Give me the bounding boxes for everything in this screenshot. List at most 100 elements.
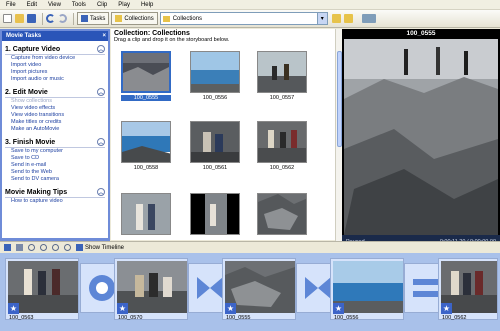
- tasks-pane-body: 1. Capture Video ︿ Capture from video de…: [2, 41, 108, 238]
- tasks-pane-title-text: Movie Tasks: [6, 33, 42, 39]
- collection-grid: 100_0555 100_0556 100_0557 100_0558 100_…: [111, 47, 335, 240]
- task-link[interactable]: Capture from video device: [5, 55, 105, 62]
- menu-bar: File Edit View Tools Clip Play Help: [0, 0, 500, 10]
- task-link[interactable]: Import pictures: [5, 69, 105, 76]
- movie-tasks-pane: Movie Tasks × 1. Capture Video ︿ Capture…: [0, 29, 110, 241]
- clip-thumbnail-image: [191, 52, 239, 92]
- transition-circle-icon: [89, 275, 115, 301]
- collection-clip[interactable]: 100_0562: [257, 121, 307, 171]
- task-link[interactable]: Import video: [5, 62, 105, 69]
- rewind-storyboard-icon[interactable]: [52, 244, 59, 251]
- task-link[interactable]: Show collections: [5, 98, 105, 105]
- task-section-number: 1.: [5, 45, 11, 53]
- collections-button[interactable]: Collections: [111, 12, 158, 25]
- clip-thumbnail-image: [191, 122, 239, 162]
- audio-levels-icon[interactable]: [16, 244, 23, 251]
- monitor-screen: [344, 39, 498, 235]
- redo-icon[interactable]: [58, 14, 67, 23]
- collection-clip[interactable]: 100_0557: [257, 51, 307, 101]
- collection-scrollbar[interactable]: [335, 29, 342, 241]
- task-link[interactable]: Send to the Web: [5, 169, 105, 176]
- task-link[interactable]: Make an AutoMovie: [5, 126, 105, 133]
- show-timeline-button[interactable]: Show Timeline: [85, 245, 124, 251]
- tasks-label: Tasks: [90, 15, 106, 22]
- clip-thumbnail: [190, 51, 240, 93]
- collection-clip[interactable]: 100_0558: [121, 121, 171, 171]
- chevron-up-icon[interactable]: ︿: [97, 188, 105, 196]
- folder-icon: [115, 15, 123, 22]
- storyboard-clip[interactable]: ★ 100_0570: [114, 258, 188, 321]
- monitor-title: 100_0555: [406, 30, 436, 37]
- storyboard-clip[interactable]: ★ 100_0555: [222, 258, 296, 321]
- task-link[interactable]: Send in e-mail: [5, 162, 105, 169]
- collection-clip[interactable]: 100_0561: [190, 121, 240, 171]
- task-link[interactable]: How to capture video: [5, 198, 105, 205]
- collection-clip[interactable]: 100_0555: [121, 51, 171, 101]
- view-options-icon[interactable]: [361, 14, 376, 23]
- storyboard-clip-label: 100_0570: [118, 315, 143, 321]
- task-section-header[interactable]: 1. Capture Video ︿: [5, 45, 105, 55]
- clip-thumbnail-image: [258, 194, 306, 234]
- task-section-heading: Capture Video: [12, 45, 61, 53]
- new-collection-icon[interactable]: [343, 14, 353, 23]
- zoom-out-icon[interactable]: [40, 244, 47, 251]
- star-icon[interactable]: ★: [117, 303, 128, 314]
- menu-clip[interactable]: Clip: [97, 2, 107, 8]
- clip-thumbnail: [190, 193, 240, 235]
- collection-clip[interactable]: 100_0556: [190, 51, 240, 101]
- star-icon[interactable]: ★: [225, 303, 236, 314]
- clip-label: 100_0558: [133, 165, 159, 171]
- star-icon[interactable]: ★: [333, 303, 344, 314]
- storyboard-clip[interactable]: ★ 100_0556: [330, 258, 404, 321]
- task-section-header[interactable]: 2. Edit Movie ︿: [5, 88, 105, 98]
- collection-header: Collection: Collections Drag a clip and …: [111, 29, 341, 47]
- menu-play[interactable]: Play: [118, 2, 130, 8]
- task-link[interactable]: Send to DV camera: [5, 176, 105, 183]
- task-link[interactable]: Make titles or credits: [5, 119, 105, 126]
- collection-clip[interactable]: [190, 193, 240, 237]
- menu-view[interactable]: View: [48, 2, 61, 8]
- menu-help[interactable]: Help: [141, 2, 153, 8]
- task-link[interactable]: Import audio or music: [5, 76, 105, 83]
- task-section-header[interactable]: 3. Finish Movie ︿: [5, 138, 105, 148]
- chevron-up-icon[interactable]: ︿: [97, 45, 105, 53]
- task-link[interactable]: Save to my computer: [5, 148, 105, 155]
- task-section-number: 3.: [5, 138, 11, 146]
- menu-file[interactable]: File: [6, 2, 16, 8]
- undo-icon[interactable]: [46, 14, 55, 23]
- task-link[interactable]: View video transitions: [5, 112, 105, 119]
- collection-clip[interactable]: [121, 193, 171, 237]
- star-icon[interactable]: ★: [8, 303, 19, 314]
- chevron-down-icon[interactable]: ▾: [316, 13, 327, 24]
- chevron-up-icon[interactable]: ︿: [97, 88, 105, 96]
- clip-thumbnail: [257, 51, 307, 93]
- tasks-icon: [81, 15, 88, 22]
- zoom-in-icon[interactable]: [28, 244, 35, 251]
- save-project-icon[interactable]: [27, 14, 36, 23]
- storyboard-clip[interactable]: ★ 100_0562: [438, 258, 498, 321]
- clip-label: 100_0562: [269, 165, 295, 171]
- narrate-icon[interactable]: [4, 244, 11, 251]
- menu-tools[interactable]: Tools: [72, 2, 86, 8]
- clip-thumbnail-image: [258, 52, 306, 92]
- tasks-pane-title: Movie Tasks ×: [2, 31, 108, 41]
- task-link[interactable]: View video effects: [5, 105, 105, 112]
- chevron-up-icon[interactable]: ︿: [97, 138, 105, 146]
- close-icon[interactable]: ×: [102, 31, 106, 41]
- play-storyboard-icon[interactable]: [64, 244, 71, 251]
- tasks-button[interactable]: Tasks: [77, 12, 110, 25]
- star-icon[interactable]: ★: [441, 303, 452, 314]
- collection-combo[interactable]: Collections ▾: [159, 12, 328, 25]
- collection-clip[interactable]: [257, 193, 307, 237]
- up-level-icon[interactable]: [331, 14, 341, 23]
- storyboard-clip[interactable]: ★ 100_0563: [5, 258, 79, 321]
- open-project-icon[interactable]: [15, 14, 24, 23]
- collection-combo-value: Collections: [172, 15, 203, 22]
- clip-thumbnail: [121, 121, 171, 163]
- new-project-icon[interactable]: [3, 14, 12, 23]
- clip-thumbnail: [257, 193, 307, 235]
- task-section-number: 2.: [5, 88, 11, 96]
- task-section-header[interactable]: Movie Making Tips ︿: [5, 188, 105, 198]
- task-link[interactable]: Save to CD: [5, 155, 105, 162]
- menu-edit[interactable]: Edit: [27, 2, 37, 8]
